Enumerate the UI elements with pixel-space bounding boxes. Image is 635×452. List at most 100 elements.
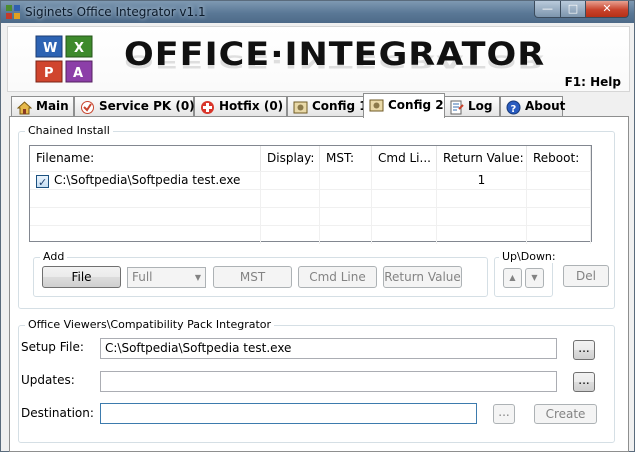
tab-log[interactable]: Log [443,96,500,117]
tab-config-2[interactable]: Config 2 [363,93,445,118]
empty-cell [437,208,527,226]
empty-cell [320,190,372,208]
table-row [30,207,591,226]
hotfix-icon [201,101,214,114]
empty-cell [372,208,437,226]
row-mst [320,172,372,190]
setup-file-browse-button[interactable]: ... [573,340,595,360]
empty-cell [320,226,372,244]
tab-service-pk-label: Service PK (0) [99,99,195,113]
install-mode-value: Full [132,270,153,284]
maximize-button[interactable]: □ [560,1,586,18]
tab-strip: Main Service PK (0) Hotfix (0) Config 1 … [11,93,631,118]
brand-reflection: OFFICE·INTEGRATOR [124,51,546,71]
destination-browse-button[interactable]: ... [493,404,515,424]
help-icon: ? [506,100,521,115]
column-mst[interactable]: MST: [320,146,372,171]
row-checkbox[interactable] [36,174,49,190]
tab-hotfix-label: Hotfix (0) [219,99,284,113]
tab-log-label: Log [468,99,493,113]
app-icon [6,5,20,19]
destination-field[interactable] [100,403,477,424]
log-icon [450,100,464,115]
tab-main[interactable]: Main [11,96,74,117]
svg-text:?: ? [511,104,517,115]
row-display [261,172,320,190]
updown-group: Up\Down: ▲ ▼ [494,250,559,297]
column-display[interactable]: Display: [261,146,320,171]
move-down-button[interactable]: ▼ [525,268,544,288]
column-reboot[interactable]: Reboot: [527,146,591,171]
empty-cell [372,190,437,208]
tab-service-pk[interactable]: Service PK (0) [74,96,195,117]
tab-main-label: Main [36,99,69,113]
svg-text:P: P [44,66,54,81]
chained-install-list[interactable]: Filename: Display: MST: Cmd Li... Return… [29,145,592,244]
chained-install-label: Chained Install [25,124,113,137]
cmd-line-button[interactable]: Cmd Line [298,266,377,288]
empty-cell [527,226,591,244]
updates-label: Updates: [21,373,75,387]
table-row [30,189,591,208]
help-hint: F1: Help [564,75,621,89]
house-icon [17,101,32,115]
empty-cell [437,226,527,244]
add-group-label: Add [40,250,68,263]
delete-button[interactable]: Del [563,265,609,287]
install-mode-select[interactable]: Full ▼ [127,267,206,288]
empty-cell [372,226,437,244]
empty-cell [261,208,320,226]
mst-button[interactable]: MST [213,266,292,288]
row-reboot [527,172,591,190]
minimize-button[interactable]: — [534,1,561,18]
empty-cell [261,226,320,244]
config-2-panel: Chained Install Filename: Display: MST: … [9,116,629,452]
empty-cell [30,226,261,244]
service-pack-icon [81,101,94,114]
row-filename: C:\Softpedia\Softpedia test.exe [30,172,261,190]
tab-about[interactable]: ? About [500,96,566,117]
config-icon [369,99,384,112]
column-return-value[interactable]: Return Value: [437,146,527,171]
return-value-button[interactable]: Return Value [383,266,462,288]
row-filename-text: C:\Softpedia\Softpedia test.exe [54,173,241,187]
tab-config-1-label: Config 1 [312,99,368,113]
office-logo-icon: W X P A [35,35,93,83]
updown-label: Up\Down: [499,250,559,263]
column-filename[interactable]: Filename: [30,146,261,171]
add-group: Add File Full ▼ MST Cmd Line Return Valu… [33,250,488,297]
tab-about-label: About [525,99,566,113]
empty-cell [527,190,591,208]
updates-browse-button[interactable]: ... [573,372,595,392]
list-header: Filename: Display: MST: Cmd Li... Return… [30,146,591,171]
updates-field[interactable] [100,371,557,392]
table-row[interactable]: C:\Softpedia\Softpedia test.exe 1 [30,171,591,190]
tab-config-1[interactable]: Config 1 [287,96,368,117]
table-row [30,225,591,244]
tab-hotfix[interactable]: Hotfix (0) [194,96,287,117]
column-cmd-line[interactable]: Cmd Li... [372,146,437,171]
move-up-button[interactable]: ▲ [503,268,522,288]
main-window: Siginets Office Integrator v1.1 — □ ✕ W … [0,0,635,452]
row-return-value: 1 [437,172,527,190]
arrow-up-icon: ▲ [509,273,516,282]
svg-text:W: W [43,41,57,56]
office-viewers-group: Office Viewers\Compatibility Pack Integr… [18,318,615,443]
config-icon [293,101,308,114]
tab-config-2-label: Config 2 [388,98,444,112]
setup-file-label: Setup File: [21,340,84,354]
empty-cell [30,190,261,208]
window-title: Siginets Office Integrator v1.1 [25,5,206,19]
close-button[interactable]: ✕ [585,1,629,18]
office-viewers-label: Office Viewers\Compatibility Pack Integr… [25,318,275,331]
empty-cell [320,208,372,226]
create-button[interactable]: Create [534,404,597,424]
chained-install-group: Chained Install Filename: Display: MST: … [18,124,615,309]
header-banner: W X P A OFFICE·INTEGRATOR OFFICE·INTEGRA… [7,26,630,92]
add-file-button[interactable]: File [42,266,121,288]
empty-cell [30,208,261,226]
empty-cell [437,190,527,208]
row-cmd-line [372,172,437,190]
svg-text:X: X [74,41,84,56]
setup-file-field[interactable]: C:\Softpedia\Softpedia test.exe [100,338,557,359]
